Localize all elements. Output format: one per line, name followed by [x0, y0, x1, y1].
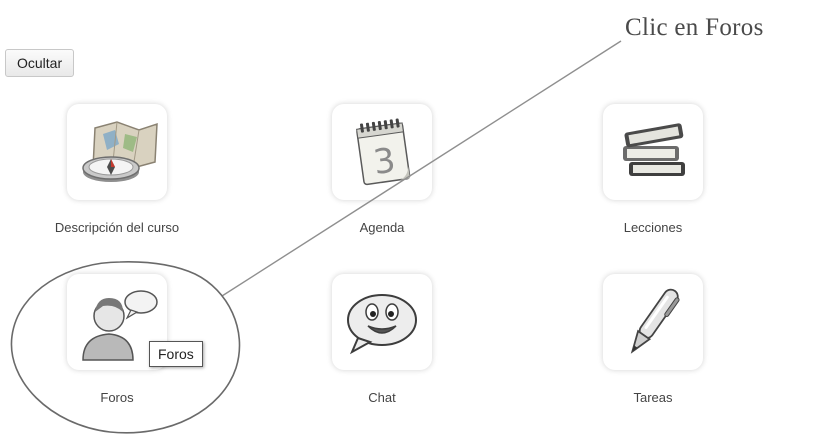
- hide-button[interactable]: Ocultar: [5, 49, 75, 77]
- chat-bubble-icon: [347, 294, 417, 355]
- annotation-text: Clic en Foros: [625, 14, 764, 41]
- tool-tile[interactable]: [603, 274, 703, 370]
- tool-tile[interactable]: [603, 104, 703, 200]
- tool-label: Chat: [368, 390, 396, 405]
- pen-icon: [630, 288, 680, 354]
- tool-label: Tareas: [633, 390, 673, 405]
- tool-tile[interactable]: 3: [332, 104, 432, 200]
- calendar-icon: 3: [356, 118, 411, 186]
- tool-label: Agenda: [359, 220, 405, 235]
- tool-label: Descripción del curso: [54, 220, 180, 235]
- books-icon: [623, 123, 685, 176]
- tool-tile[interactable]: [332, 274, 432, 370]
- tool-label: Lecciones: [623, 220, 683, 235]
- tool-label: Foros: [100, 390, 134, 405]
- forums-tooltip: Foros: [149, 341, 203, 367]
- compass-map-icon: [82, 121, 158, 182]
- tool-tile[interactable]: [67, 104, 167, 200]
